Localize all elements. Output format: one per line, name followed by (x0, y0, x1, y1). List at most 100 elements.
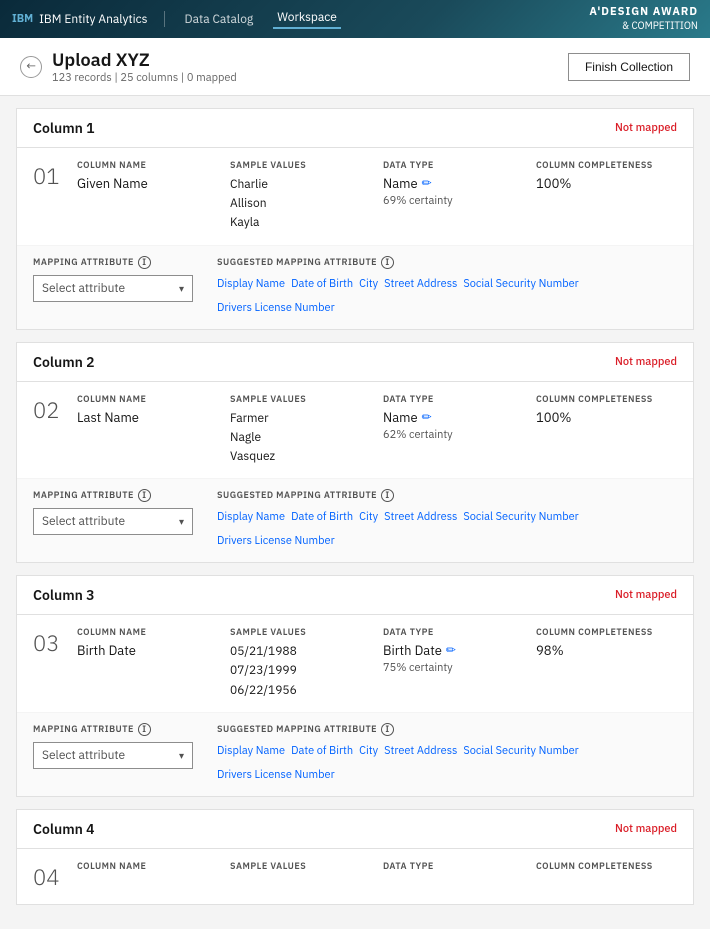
completeness-block: COLUMN COMPLETENESS 100% (524, 394, 677, 467)
columns-container: Column 1 Not mapped 01 COLUMN NAME Given… (16, 108, 694, 905)
suggested-chip[interactable]: Date of Birth (291, 275, 353, 293)
page-title: Upload XYZ (52, 48, 237, 71)
nav-workspace[interactable]: Workspace (273, 10, 341, 29)
suggested-chip[interactable]: Street Address (384, 275, 457, 293)
suggested-chip[interactable]: City (359, 508, 378, 526)
suggested-chip[interactable]: Social Security Number (463, 508, 578, 526)
data-type-value: Birth Date (383, 642, 442, 659)
suggested-chip[interactable]: Drivers License Number (217, 532, 335, 550)
completeness-value: 98% (536, 642, 665, 659)
mapping-select-dropdown[interactable]: Select attribute ▾ (33, 508, 193, 535)
mapping-attr-label: MAPPING ATTRIBUTE i (33, 256, 193, 269)
column-card-header: Column 3 Not mapped (17, 576, 693, 615)
mapping-select-dropdown[interactable]: Select attribute ▾ (33, 275, 193, 302)
suggested-block: SUGGESTED MAPPING ATTRIBUTE i Display Na… (217, 489, 677, 550)
mapping-attr-block: MAPPING ATTRIBUTE i Select attribute ▾ (33, 256, 193, 302)
suggested-chip[interactable]: Display Name (217, 508, 285, 526)
column-card-header: Column 2 Not mapped (17, 343, 693, 382)
suggested-chip[interactable]: Drivers License Number (217, 299, 335, 317)
column-info-section: COLUMN NAME SAMPLE VALUES DATA TYPE COLU… (77, 861, 677, 876)
suggested-chip[interactable]: Street Address (384, 508, 457, 526)
page-header: ← Upload XYZ 123 records | 25 columns | … (0, 38, 710, 96)
top-nav: IBM IBM Entity Analytics Data Catalog Wo… (0, 0, 710, 38)
suggested-info-icon[interactable]: i (381, 723, 394, 736)
data-type-label: DATA TYPE (383, 394, 512, 405)
data-type-edit-icon[interactable]: ✏ (422, 410, 432, 425)
column-name-value: Birth Date (77, 642, 206, 659)
sample-value: Farmer (230, 409, 359, 428)
sample-values-list: CharlieAllisonKayla (230, 175, 359, 233)
certainty-text: 62% certainty (383, 428, 512, 442)
sample-values-list: FarmerNagleVasquez (230, 409, 359, 467)
certainty-text: 69% certainty (383, 194, 512, 208)
column-name-label: COLUMN NAME (77, 861, 206, 872)
data-type-edit-icon[interactable]: ✏ (422, 176, 432, 191)
column-card-header: Column 4 Not mapped (17, 810, 693, 849)
sample-value: Vasquez (230, 447, 359, 466)
mapping-attr-label-text: MAPPING ATTRIBUTE (33, 490, 134, 501)
suggested-chip[interactable]: Display Name (217, 275, 285, 293)
suggested-chips-container: Display Name Date of Birth City Street Addr… (217, 275, 677, 317)
column-name-block: COLUMN NAME (77, 861, 218, 876)
finish-collection-button[interactable]: Finish Collection (568, 53, 690, 81)
suggested-chip[interactable]: City (359, 742, 378, 760)
column-name-value: Given Name (77, 175, 206, 192)
column-data-row: 03 COLUMN NAME Birth Date SAMPLE VALUES … (17, 615, 693, 712)
column-card-2: Column 2 Not mapped 02 COLUMN NAME Last … (16, 342, 694, 564)
data-type-row: Birth Date ✏ (383, 642, 512, 659)
data-type-block: DATA TYPE Name ✏ 62% certainty (371, 394, 524, 467)
completeness-label: COLUMN COMPLETENESS (536, 394, 665, 405)
mapping-attr-label: MAPPING ATTRIBUTE i (33, 489, 193, 502)
column-info-section: COLUMN NAME Last Name SAMPLE VALUES Farm… (77, 394, 677, 467)
completeness-label: COLUMN COMPLETENESS (536, 627, 665, 638)
data-type-label: DATA TYPE (383, 861, 512, 872)
not-mapped-badge: Not mapped (615, 121, 677, 135)
suggested-info-icon[interactable]: i (381, 256, 394, 269)
mapping-info-icon[interactable]: i (138, 256, 151, 269)
mapping-info-icon[interactable]: i (138, 489, 151, 502)
sample-values-label: SAMPLE VALUES (230, 160, 359, 171)
suggested-chip[interactable]: Drivers License Number (217, 766, 335, 784)
back-button[interactable]: ← (20, 56, 42, 78)
header-left: ← Upload XYZ 123 records | 25 columns | … (20, 48, 237, 85)
sample-values-list: 05/21/198807/23/199906/22/1956 (230, 642, 359, 700)
not-mapped-badge: Not mapped (615, 355, 677, 369)
sample-values-block: SAMPLE VALUES (218, 861, 371, 876)
completeness-label: COLUMN COMPLETENESS (536, 160, 665, 171)
suggested-chip[interactable]: Display Name (217, 742, 285, 760)
column-number: 03 (33, 627, 69, 658)
suggested-chip[interactable]: Social Security Number (463, 742, 578, 760)
column-name-block: COLUMN NAME Last Name (77, 394, 218, 467)
mapping-row: MAPPING ATTRIBUTE i Select attribute ▾ S… (17, 712, 693, 796)
column-name-label: COLUMN NAME (77, 160, 206, 171)
column-data-row: 02 COLUMN NAME Last Name SAMPLE VALUES F… (17, 382, 693, 479)
mapping-info-icon[interactable]: i (138, 723, 151, 736)
sample-value: 06/22/1956 (230, 681, 359, 700)
completeness-block: COLUMN COMPLETENESS 100% (524, 160, 677, 233)
page-subtitle: 123 records | 25 columns | 0 mapped (52, 71, 237, 85)
suggested-chip[interactable]: Social Security Number (463, 275, 578, 293)
suggested-chip[interactable]: City (359, 275, 378, 293)
data-type-edit-icon[interactable]: ✏ (446, 643, 456, 658)
certainty-text: 75% certainty (383, 661, 512, 675)
chevron-down-icon: ▾ (179, 282, 184, 295)
suggested-label: SUGGESTED MAPPING ATTRIBUTE i (217, 723, 677, 736)
completeness-block: COLUMN COMPLETENESS 98% (524, 627, 677, 700)
nav-logo: IBM IBM Entity Analytics (12, 12, 148, 27)
data-type-row: Name ✏ (383, 175, 512, 192)
column-card-title: Column 1 (33, 119, 95, 137)
suggested-chip[interactable]: Street Address (384, 742, 457, 760)
mapping-placeholder: Select attribute (42, 514, 125, 529)
column-name-value: Last Name (77, 409, 206, 426)
mapping-attr-label-text: MAPPING ATTRIBUTE (33, 257, 134, 268)
chevron-down-icon: ▾ (179, 515, 184, 528)
column-info-section: COLUMN NAME Birth Date SAMPLE VALUES 05/… (77, 627, 677, 700)
suggested-chip[interactable]: Date of Birth (291, 508, 353, 526)
mapping-attr-block: MAPPING ATTRIBUTE i Select attribute ▾ (33, 723, 193, 769)
sample-values-block: SAMPLE VALUES FarmerNagleVasquez (218, 394, 371, 467)
nav-data-catalog[interactable]: Data Catalog (181, 12, 258, 27)
column-number: 02 (33, 394, 69, 425)
suggested-info-icon[interactable]: i (381, 489, 394, 502)
mapping-select-dropdown[interactable]: Select attribute ▾ (33, 742, 193, 769)
suggested-chip[interactable]: Date of Birth (291, 742, 353, 760)
